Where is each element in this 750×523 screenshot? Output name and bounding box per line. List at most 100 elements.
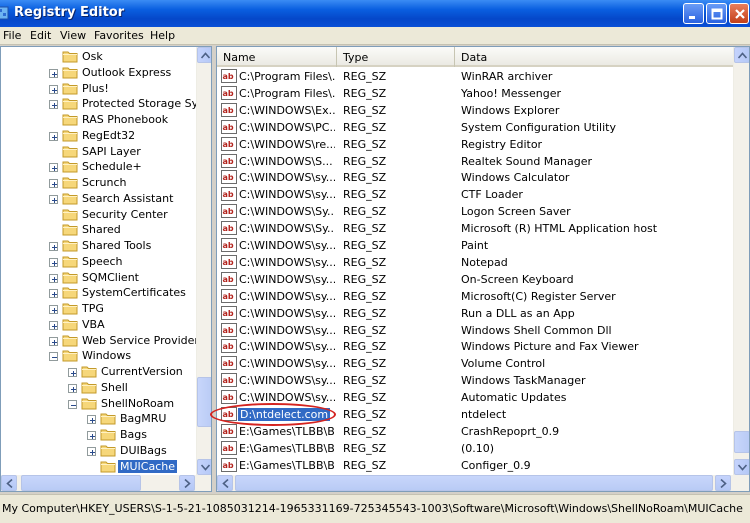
value-row[interactable]: ab C:\WINDOWS\S... REG_SZ Realtek Sound Man… [217,153,735,170]
value-row[interactable]: ab E:\Games\TLBB\B... REG_SZ CrashRepoprt_0… [217,423,735,440]
expand-icon[interactable] [49,131,58,141]
title-bar[interactable]: Registry Editor [0,0,750,27]
value-row[interactable]: ab C:\WINDOWS\sy... REG_SZ Windows Calculat… [217,169,735,186]
value-row[interactable]: ab C:\Program Files\... REG_SZ WinRAR archi… [217,68,735,85]
value-row[interactable]: ab C:\WINDOWS\sy... REG_SZ Windows Picture … [217,338,735,355]
expand-icon[interactable] [68,368,77,377]
collapse-icon[interactable] [68,399,77,409]
tree-node[interactable]: BagMRU [1,411,196,427]
value-row[interactable]: ab C:\WINDOWS\sy... REG_SZ Windows TaskMana… [217,372,735,389]
tree-node[interactable]: TPG [1,301,196,317]
expand-icon[interactable] [87,431,96,440]
tree-node[interactable]: Osk [1,49,196,65]
list-scroll-right-button[interactable] [715,475,731,491]
tree-node[interactable]: VBA [1,317,196,333]
tree-node[interactable]: Windows [1,348,196,364]
value-row[interactable]: ab D:\ntdelect.com REG_SZ ntdelect [217,406,735,423]
expand-icon[interactable] [49,257,58,267]
column-header-type[interactable]: Type [337,47,455,67]
tree-scroll-thumb[interactable] [197,377,211,427]
minimize-button[interactable] [683,3,704,24]
tree-node[interactable]: SystemCertificates [1,285,196,301]
tree-node[interactable]: Shared Tools [1,238,196,254]
tree-node[interactable]: MUICache [1,459,196,475]
value-row[interactable]: ab C:\WINDOWS\sy... REG_SZ Notepad [217,254,735,271]
tree-node[interactable]: Shared [1,222,196,238]
value-row[interactable]: ab C:\WINDOWS\sy... REG_SZ Windows Shell Co… [217,322,735,339]
tree-vertical-scrollbar[interactable] [196,47,211,475]
value-row[interactable]: ab C:\Program Files\... REG_SZ Yahoo! Messe… [217,85,735,102]
value-row[interactable]: ab C:\WINDOWS\Sy... REG_SZ Logon Screen Sav… [217,203,735,220]
menu-view[interactable]: View [60,29,86,42]
value-row[interactable]: ab C:\WINDOWS\sy... REG_SZ On-Screen Keyboa… [217,271,735,288]
expand-icon[interactable] [49,305,58,314]
tree-node[interactable]: Outlook Express [1,65,196,81]
value-row[interactable]: ab E:\Games\TLBB\B... REG_SZ Configer_0.9 [217,457,735,474]
tree-node[interactable]: SQMClient [1,270,196,286]
menu-favorites[interactable]: Favorites [94,29,144,42]
value-row[interactable]: ab C:\WINDOWS\sy... REG_SZ Run a DLL as an … [217,305,735,322]
value-row[interactable]: ab C:\WINDOWS\Ex... REG_SZ Windows Explorer [217,102,735,119]
value-row[interactable]: ab C:\WINDOWS\re... REG_SZ Registry Editor [217,136,735,153]
maximize-button[interactable] [706,3,727,24]
tree-node[interactable]: Protected Storage Syst [1,96,208,112]
values-list[interactable]: Name Type Data ab C:\Program Files\... REG… [216,46,750,492]
registry-tree[interactable]: Osk Outlook Express Plus! Protected Storage… [0,46,212,492]
list-scroll-left-button[interactable] [217,475,233,491]
tree-node[interactable]: RAS Phonebook [1,112,196,128]
tree-hscroll-thumb[interactable] [21,475,141,491]
column-header-data[interactable]: Data [455,47,735,67]
tree-node[interactable]: RegEdt32 [1,128,196,144]
collapse-icon[interactable] [49,352,58,362]
tree-node[interactable]: Security Center [1,207,196,223]
expand-icon[interactable] [49,179,58,188]
value-row[interactable]: ab E:\Games\TLBB\B... REG_SZ (0.10) [217,440,735,457]
list-vertical-scrollbar[interactable] [733,47,749,475]
list-scroll-thumb[interactable] [734,431,749,453]
tree-scroll-right-button[interactable] [179,475,195,491]
tree-node[interactable]: Plus! [1,81,196,97]
list-scroll-down-button[interactable] [734,459,749,475]
tree-node[interactable]: Bags [1,427,196,443]
expand-icon[interactable] [49,242,58,251]
tree-scroll-left-button[interactable] [1,475,17,491]
tree-node[interactable]: Scrunch [1,175,196,191]
tree-scroll-up-button[interactable] [197,47,211,63]
menu-help[interactable]: Help [150,29,175,42]
expand-icon[interactable] [87,415,96,425]
value-row[interactable]: ab C:\WINDOWS\sy... REG_SZ Volume Control [217,355,735,372]
expand-icon[interactable] [49,68,58,78]
value-row[interactable]: ab C:\WINDOWS\sy... REG_SZ CTF Loader [217,186,735,203]
close-button[interactable] [729,3,749,24]
expand-icon[interactable] [49,320,58,330]
list-scroll-up-button[interactable] [734,47,749,63]
expand-icon[interactable] [49,289,58,299]
tree-node[interactable]: Search Assistant [1,191,196,207]
expand-icon[interactable] [49,100,58,110]
value-row[interactable]: ab C:\WINDOWS\PC... REG_SZ System Configura… [217,119,735,136]
list-hscroll-thumb[interactable] [235,475,713,491]
list-horizontal-scrollbar[interactable] [217,475,749,491]
menu-edit[interactable]: Edit [30,29,51,42]
value-row[interactable]: ab C:\WINDOWS\sy... REG_SZ Paint [217,237,735,254]
tree-horizontal-scrollbar[interactable] [1,475,211,491]
expand-icon[interactable] [49,273,58,283]
menu-file[interactable]: File [3,29,21,42]
value-row[interactable]: ab C:\WINDOWS\sy... REG_SZ Microsoft(C) Reg… [217,288,735,305]
expand-icon[interactable] [87,446,96,456]
tree-scroll-down-button[interactable] [197,459,211,475]
tree-node[interactable]: Speech [1,254,196,270]
expand-icon[interactable] [49,163,58,173]
expand-icon[interactable] [49,84,58,94]
tree-node[interactable]: SAPI Layer [1,144,196,160]
column-header-name[interactable]: Name [217,47,337,67]
value-row[interactable]: ab C:\WINDOWS\Sy... REG_SZ Microsoft (R) HT… [217,220,735,237]
tree-node[interactable]: Shell [1,380,196,396]
expand-icon[interactable] [49,336,58,346]
value-row[interactable]: ab C:\WINDOWS\sy... REG_SZ Automatic Update… [217,389,735,406]
expand-icon[interactable] [49,194,58,204]
tree-node[interactable]: DUIBags [1,443,196,459]
expand-icon[interactable] [68,383,77,393]
tree-node[interactable]: Web Service Providers [1,333,205,349]
tree-node[interactable]: Schedule+ [1,159,196,175]
